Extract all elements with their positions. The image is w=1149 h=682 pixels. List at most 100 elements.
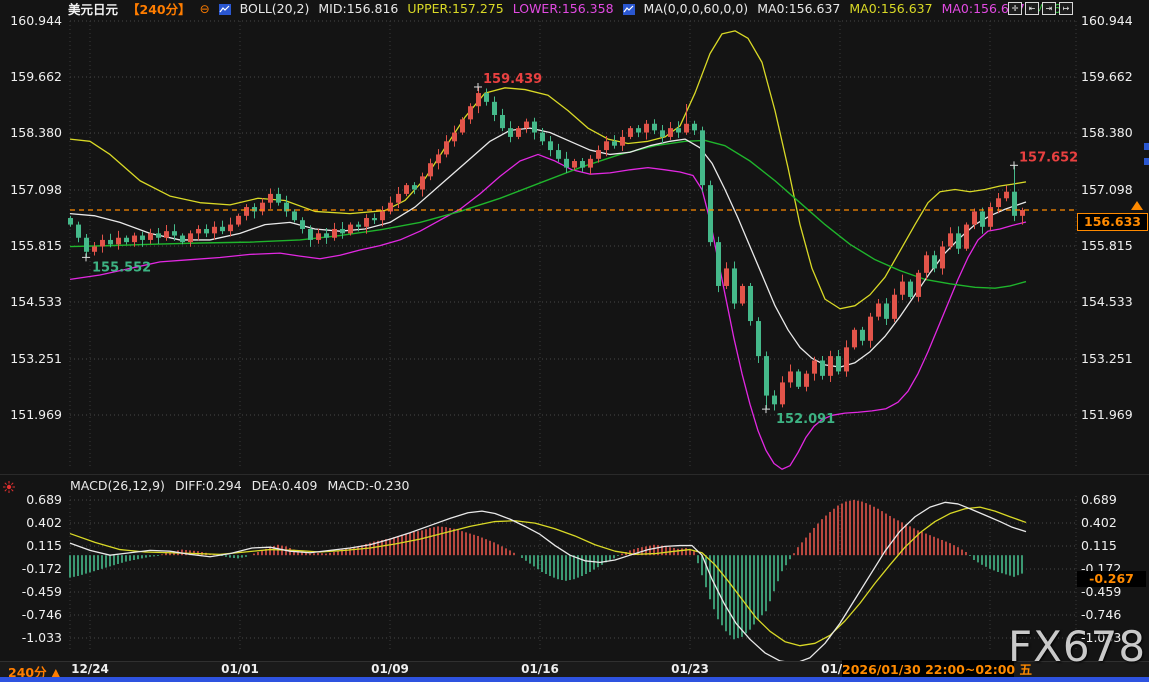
macd-tick-left: -1.033 bbox=[0, 630, 62, 646]
indicator-settings-icon[interactable] bbox=[3, 478, 15, 497]
candle bbox=[396, 194, 401, 203]
candle bbox=[836, 356, 841, 371]
candle bbox=[412, 185, 417, 189]
price-tick-right: 159.662 bbox=[1081, 69, 1147, 85]
candle bbox=[980, 211, 985, 226]
macd-tick-left: 0.402 bbox=[0, 515, 62, 531]
candle bbox=[764, 356, 769, 395]
ma0-yellow-value: MA0:156.637 bbox=[849, 1, 932, 16]
candle bbox=[364, 218, 369, 227]
candlestick-chart-canvas[interactable]: 155.552159.439152.091157.652 bbox=[0, 0, 1149, 682]
candle bbox=[620, 137, 625, 146]
candle bbox=[196, 229, 201, 233]
macd-tick-right: 0.115 bbox=[1081, 538, 1147, 554]
candle bbox=[340, 229, 345, 233]
bottom-scrollbar[interactable] bbox=[0, 677, 1149, 682]
candle bbox=[580, 161, 585, 168]
candle bbox=[940, 247, 945, 269]
scale-handle-icon[interactable] bbox=[1144, 143, 1149, 150]
price-tick-left: 160.944 bbox=[0, 13, 62, 29]
candle bbox=[492, 102, 497, 115]
candle bbox=[748, 286, 753, 321]
macd-macd-value: MACD:-0.230 bbox=[328, 478, 410, 493]
macd-tick-left: -0.459 bbox=[0, 584, 62, 600]
candle bbox=[892, 295, 897, 319]
candle bbox=[300, 220, 305, 229]
date-tick: 01/23 bbox=[660, 662, 720, 676]
candle bbox=[508, 128, 513, 137]
candle bbox=[164, 231, 169, 238]
candle bbox=[324, 233, 329, 237]
ma60-line bbox=[70, 140, 1026, 288]
candle bbox=[220, 227, 225, 231]
crosshair-icon[interactable]: ✛ bbox=[1008, 2, 1022, 15]
candle bbox=[716, 242, 721, 286]
candle bbox=[468, 106, 473, 119]
ma-indicator-icon[interactable] bbox=[623, 3, 635, 14]
candle bbox=[628, 128, 633, 137]
price-tick-right: 154.533 bbox=[1081, 294, 1147, 310]
candle bbox=[428, 163, 433, 176]
candle bbox=[644, 124, 649, 133]
candle bbox=[860, 330, 865, 341]
scale-handle-icon[interactable] bbox=[1144, 158, 1149, 165]
candle bbox=[68, 218, 73, 225]
candle bbox=[452, 133, 457, 142]
candle bbox=[252, 207, 257, 211]
candle bbox=[236, 216, 241, 225]
popout-icon[interactable]: ↦ bbox=[1059, 2, 1073, 15]
candle bbox=[540, 133, 545, 142]
candle bbox=[108, 240, 113, 244]
candle bbox=[900, 282, 905, 295]
candle bbox=[444, 141, 449, 154]
candle bbox=[140, 236, 145, 240]
ma-label: MA(0,0,0,60,0,0) bbox=[644, 1, 749, 16]
candle bbox=[636, 128, 641, 132]
candle bbox=[100, 240, 105, 247]
chart-header: 美元日元 【240分】 ⊖ BOLL(20,2) MID:156.816 UPP… bbox=[68, 1, 1073, 16]
candle bbox=[972, 211, 977, 224]
price-tick-right: 151.969 bbox=[1081, 407, 1147, 423]
boll-upper-line bbox=[70, 31, 1026, 309]
price-tick-right: 153.251 bbox=[1081, 351, 1147, 367]
candle bbox=[740, 286, 745, 304]
candle bbox=[876, 304, 881, 317]
candle bbox=[604, 141, 609, 150]
extreme-price-label: 157.652 bbox=[1019, 150, 1078, 165]
boll-mid-line bbox=[70, 128, 1026, 367]
price-tick-left: 158.380 bbox=[0, 125, 62, 141]
price-tick-left: 151.969 bbox=[0, 407, 62, 423]
boll-lower-value: LOWER:156.358 bbox=[513, 1, 614, 16]
candle bbox=[612, 141, 617, 145]
candle bbox=[820, 360, 825, 375]
candle bbox=[404, 185, 409, 194]
candle bbox=[292, 211, 297, 220]
candle bbox=[276, 194, 281, 203]
candle bbox=[804, 374, 809, 387]
candle bbox=[756, 321, 761, 356]
candle bbox=[308, 229, 313, 240]
candle bbox=[660, 130, 665, 137]
candle bbox=[556, 150, 561, 159]
price-tick-right: 155.815 bbox=[1081, 238, 1147, 254]
price-tick-left: 159.662 bbox=[0, 69, 62, 85]
watermark: FX678 bbox=[1008, 622, 1146, 671]
zoom-right-icon[interactable]: ⇥ bbox=[1042, 2, 1056, 15]
collapse-icon[interactable]: ⊖ bbox=[200, 2, 210, 16]
candle bbox=[356, 225, 361, 227]
macd-tick-right: -0.746 bbox=[1081, 607, 1147, 623]
candle bbox=[924, 255, 929, 273]
candle bbox=[964, 225, 969, 249]
candle bbox=[676, 128, 681, 132]
zoom-left-icon[interactable]: ⇤ bbox=[1025, 2, 1039, 15]
date-tick: 01/01 bbox=[210, 662, 270, 676]
boll-indicator-icon[interactable] bbox=[219, 3, 231, 14]
candle bbox=[596, 150, 601, 159]
period-label[interactable]: 【240分】 bbox=[127, 0, 191, 18]
candle bbox=[652, 124, 657, 131]
price-tick-left: 153.251 bbox=[0, 351, 62, 367]
candle bbox=[132, 236, 137, 243]
candle bbox=[484, 93, 489, 102]
candle bbox=[436, 154, 441, 163]
candle bbox=[732, 268, 737, 303]
